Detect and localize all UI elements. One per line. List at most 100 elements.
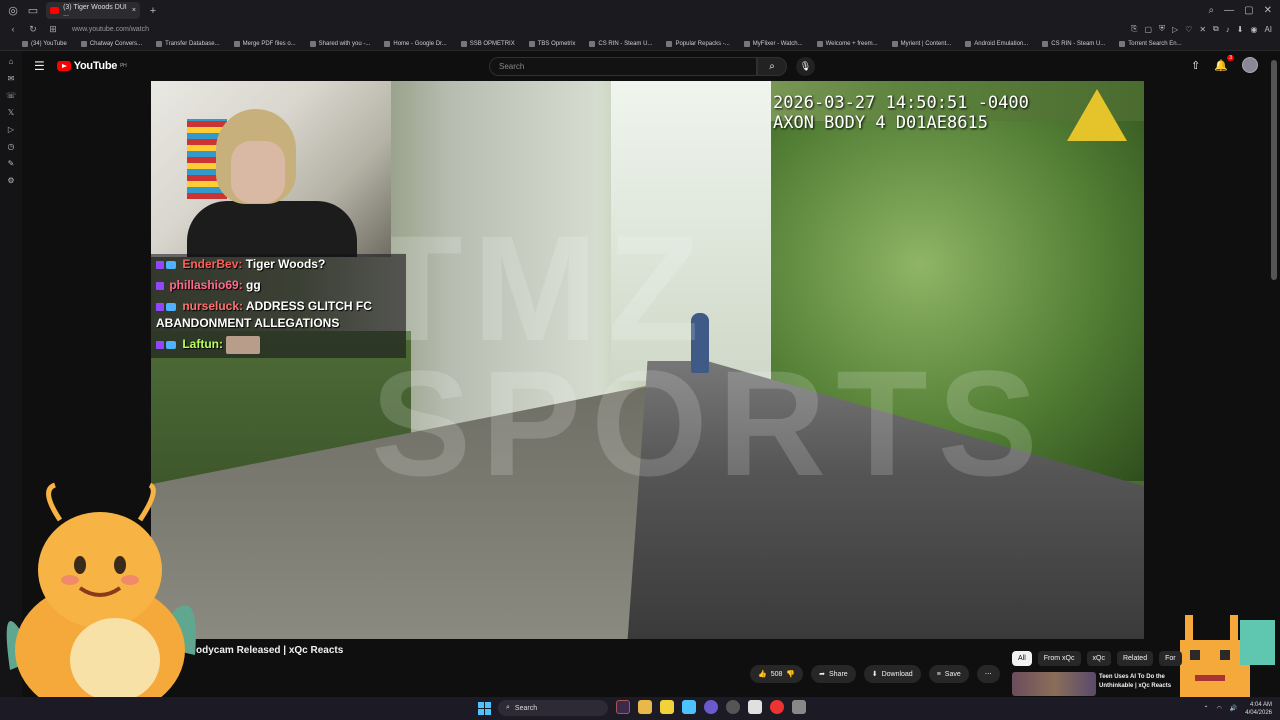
chip-all[interactable]: All bbox=[1012, 651, 1032, 666]
sidebar-whatsapp-icon[interactable]: ☏ bbox=[6, 91, 16, 100]
bookmark-item[interactable]: Welcome + freem... bbox=[816, 40, 878, 47]
taskbar-search[interactable]: ⌕ Search bbox=[498, 700, 608, 716]
bookmark-item[interactable]: Merge PDF files o... bbox=[233, 40, 296, 47]
search-input[interactable]: Search bbox=[489, 57, 757, 76]
bookmark-label: Shared with you -... bbox=[318, 40, 371, 47]
chip-xqc[interactable]: xQc bbox=[1086, 651, 1111, 666]
shield-icon[interactable]: ⛨ bbox=[1159, 24, 1165, 34]
notes-app-icon[interactable] bbox=[660, 700, 674, 714]
bookmark-favicon-icon bbox=[80, 40, 87, 47]
dislike-icon[interactable]: 👎 bbox=[786, 670, 795, 678]
steam-icon[interactable] bbox=[726, 700, 740, 714]
voice-search-button[interactable]: 🎙 bbox=[796, 57, 815, 76]
bookmark-page-icon[interactable]: ⎘ bbox=[1131, 24, 1137, 34]
settings-app-icon[interactable] bbox=[792, 700, 806, 714]
discord-icon[interactable] bbox=[704, 700, 718, 714]
avatar[interactable] bbox=[1242, 57, 1258, 73]
tray-wifi-icon[interactable]: ◠ bbox=[1217, 705, 1222, 712]
twitch-badge-icon bbox=[156, 341, 164, 349]
upload-icon[interactable]: ⇧ bbox=[1191, 59, 1200, 72]
bookmark-item[interactable]: Chatway Convers... bbox=[80, 40, 142, 47]
bookmark-item[interactable]: CS RIN - Steam U... bbox=[589, 40, 652, 47]
bookmark-item[interactable]: Torrent Search En... bbox=[1119, 40, 1182, 47]
download-icon[interactable]: ⬇ bbox=[1237, 25, 1244, 34]
recommendation-thumbnail[interactable] bbox=[1012, 672, 1096, 696]
minimize-icon[interactable]: — bbox=[1224, 5, 1234, 16]
new-tab-icon[interactable]: + bbox=[146, 4, 160, 18]
bookmark-favicon-icon bbox=[891, 40, 898, 47]
bookmark-item[interactable]: SSB OPMETRIX bbox=[460, 40, 515, 47]
tray-volume-icon[interactable]: 🔊 bbox=[1230, 705, 1237, 712]
taskbar-clock[interactable]: 4:04 AM 4/04/2026 bbox=[1245, 701, 1272, 717]
bookmark-item[interactable]: Transfer Database... bbox=[156, 40, 220, 47]
bookmark-label: Home - Google Dr... bbox=[393, 40, 447, 47]
save-button[interactable]: ≡ Save bbox=[928, 665, 969, 683]
extension-puzzle-icon[interactable]: ⧉ bbox=[1213, 24, 1219, 34]
search-tabs-icon[interactable]: ⌕ bbox=[1209, 5, 1215, 16]
more-icon: ⋯ bbox=[984, 671, 992, 678]
bookmark-item[interactable]: CS RIN - Steam U... bbox=[1042, 40, 1105, 47]
windows-start-icon[interactable] bbox=[478, 702, 491, 715]
document-app-icon[interactable] bbox=[682, 700, 696, 714]
bookmark-favicon-icon bbox=[1119, 40, 1126, 47]
sidebar-history-icon[interactable]: ◷ bbox=[8, 142, 15, 151]
tray-chevron-icon[interactable]: ⌃ bbox=[1204, 705, 1209, 712]
bookmark-favicon-icon bbox=[743, 40, 750, 47]
bookmark-item[interactable]: Android Emulation... bbox=[965, 40, 1029, 47]
bookmark-item[interactable]: MyFlixer - Watch... bbox=[743, 40, 803, 47]
recommendation-title[interactable]: Teen Uses AI To Do the Unthinkable | xQc… bbox=[1099, 673, 1185, 691]
bookmark-label: Android Emulation... bbox=[974, 40, 1029, 47]
back-icon[interactable]: ‹ bbox=[6, 24, 20, 34]
bookmark-item[interactable]: Myrient | Content... bbox=[891, 40, 951, 47]
reload-icon[interactable]: ↻ bbox=[26, 24, 40, 35]
sidebar-pin-icon[interactable]: ✎ bbox=[8, 159, 15, 168]
page-scrollbar[interactable] bbox=[1271, 60, 1277, 280]
play-icon[interactable]: ▷ bbox=[1172, 25, 1178, 34]
share-label: Share bbox=[829, 670, 848, 678]
bookmark-item[interactable]: Popular Repacks -... bbox=[666, 40, 730, 47]
bookmark-label: SSB OPMETRIX bbox=[469, 40, 515, 47]
sidebar-player-icon[interactable]: ▷ bbox=[8, 125, 14, 134]
sidebar-x-icon[interactable]: 𝕏 bbox=[8, 108, 14, 117]
youtube-logo[interactable]: YouTube PH bbox=[56, 60, 127, 72]
notifications-icon[interactable]: 🔔 3 bbox=[1214, 54, 1234, 72]
bookmark-item[interactable]: Home - Google Dr... bbox=[384, 40, 447, 47]
snapshot-icon[interactable]: ▢ bbox=[1144, 25, 1152, 34]
window-controls: ⌕ — ▢ ✕ bbox=[1209, 0, 1280, 21]
share-button[interactable]: ➦ Share bbox=[811, 665, 856, 683]
like-count: 508 bbox=[770, 670, 783, 678]
maximize-icon[interactable]: ▢ bbox=[1244, 5, 1253, 16]
sidebar-messenger-icon[interactable]: ✉ bbox=[8, 74, 15, 83]
bookmark-item[interactable]: TBS Opmetrix bbox=[528, 40, 575, 47]
bookmark-item[interactable]: (34) YouTube bbox=[22, 40, 67, 47]
heart-icon[interactable]: ♡ bbox=[1185, 25, 1192, 34]
search-button[interactable]: ⌕ bbox=[757, 57, 787, 76]
hamburger-menu-icon[interactable]: ☰ bbox=[34, 59, 45, 73]
browser-menu-icon[interactable]: ◎ bbox=[6, 4, 20, 18]
close-window-icon[interactable]: ✕ bbox=[1264, 5, 1272, 16]
tab-switch-icon[interactable]: ▭ bbox=[26, 4, 40, 18]
site-info-icon[interactable]: ⊞ bbox=[46, 24, 60, 35]
chip-for-you[interactable]: For bbox=[1159, 651, 1182, 666]
opera-app-icon[interactable] bbox=[616, 700, 630, 714]
file-explorer-icon[interactable] bbox=[638, 700, 652, 714]
download-button[interactable]: ⬇ Download bbox=[863, 665, 921, 683]
chip-from-xqc[interactable]: From xQc bbox=[1037, 651, 1081, 666]
twitch-badge-icon bbox=[156, 302, 164, 311]
record-app-icon[interactable] bbox=[770, 700, 784, 714]
chip-related[interactable]: Related bbox=[1116, 651, 1154, 666]
app-icon[interactable] bbox=[748, 700, 762, 714]
volume-icon[interactable]: ♪ bbox=[1226, 25, 1230, 34]
profile-icon[interactable]: ◉ bbox=[1250, 25, 1257, 34]
more-actions-button[interactable]: ⋯ bbox=[976, 665, 1000, 683]
tab-active[interactable]: (3) Tiger Woods DUI ... × bbox=[46, 2, 140, 19]
extension-x-icon[interactable]: ✕ bbox=[1199, 25, 1206, 34]
like-button[interactable]: 👍 508 👎 bbox=[750, 665, 804, 683]
bookmark-item[interactable]: Shared with you -... bbox=[309, 40, 371, 47]
youtube-favicon-icon bbox=[50, 7, 60, 14]
ai-label[interactable]: AI bbox=[1264, 25, 1272, 34]
sidebar-home-icon[interactable]: ⌂ bbox=[9, 57, 14, 66]
tab-close-icon[interactable]: × bbox=[132, 7, 136, 14]
sidebar-settings-icon[interactable]: ⚙ bbox=[7, 176, 14, 185]
url-field[interactable]: www.youtube.com/watch bbox=[72, 26, 149, 33]
